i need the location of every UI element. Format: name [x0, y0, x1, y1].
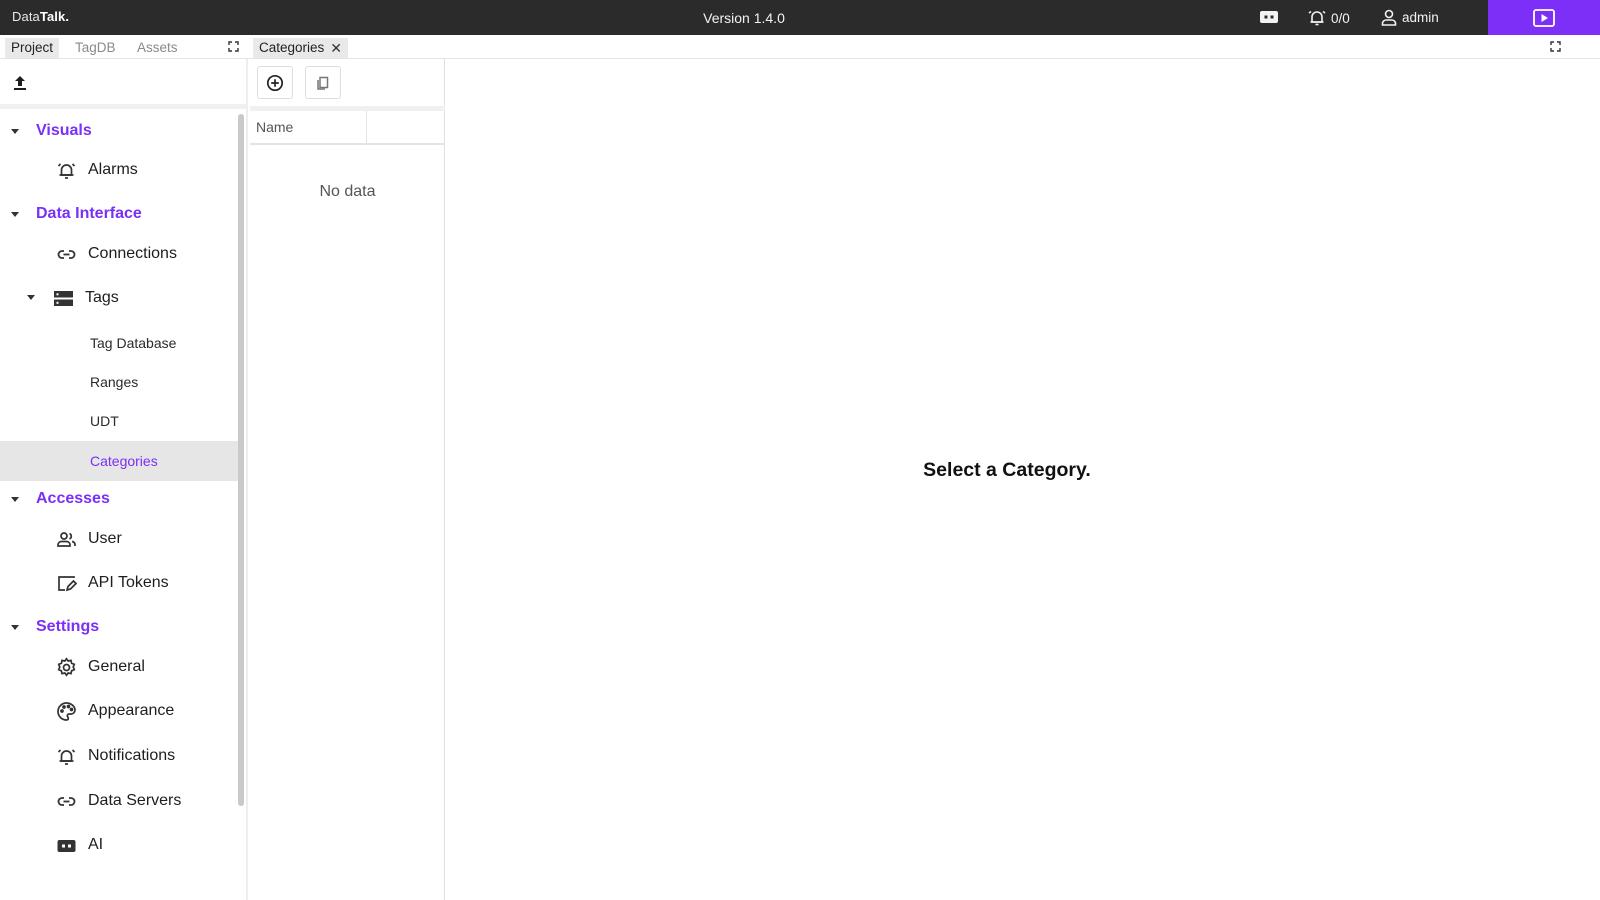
section-data-interface[interactable]: Data Interface — [0, 199, 238, 229]
tree-item-appearance[interactable]: Appearance — [0, 691, 238, 731]
tree-item-label: General — [88, 658, 145, 675]
panel-divider[interactable] — [246, 59, 248, 900]
tree-item-label: UDT — [90, 413, 119, 429]
categories-toolbar — [250, 59, 445, 111]
top-bar: DataTalk. Version 1.4.0 0/0 admin — [0, 0, 1600, 35]
ai-chat-button[interactable] — [1259, 8, 1279, 26]
close-icon[interactable]: ✕ — [330, 38, 342, 58]
add-circle-icon — [266, 74, 284, 91]
expand-icon[interactable] — [228, 41, 239, 52]
tree-item-api-tokens[interactable]: API Tokens — [0, 563, 238, 603]
tree-item-label: AI — [88, 836, 104, 853]
tab-tagdb[interactable]: TagDB — [69, 38, 122, 58]
chevron-down-icon — [11, 128, 19, 134]
expand-icon[interactable] — [1550, 41, 1561, 52]
grid-header: Name — [250, 111, 445, 145]
upload-icon[interactable] — [11, 74, 29, 92]
section-settings[interactable]: Settings — [0, 612, 238, 642]
tree-item-notifications[interactable]: Notifications — [0, 736, 238, 776]
chevron-down-icon — [11, 624, 19, 630]
document-tab-bar: Categories ✕ — [248, 35, 1600, 59]
alarm-counter-button[interactable]: 0/0 — [1307, 8, 1350, 28]
tree-item-alarms[interactable]: Alarms — [0, 150, 238, 190]
project-tree: Visuals Alarms Data Interface Connection… — [0, 114, 244, 900]
tab-assets[interactable]: Assets — [131, 38, 184, 58]
tree-item-label: Tag Database — [90, 335, 177, 351]
notification-bell-icon — [57, 749, 76, 765]
tree-item-label: Notifications — [88, 747, 176, 764]
tree-item-tags[interactable]: Tags — [0, 278, 238, 318]
link-icon — [57, 250, 76, 259]
add-category-button[interactable] — [257, 66, 293, 99]
section-title: Visuals — [36, 122, 92, 139]
tree-item-ranges[interactable]: Ranges — [0, 362, 244, 402]
alarm-count: 0/0 — [1331, 10, 1350, 26]
tree-item-label: User — [88, 530, 122, 547]
tree-item-label: Connections — [88, 245, 177, 262]
section-visuals[interactable]: Visuals — [0, 116, 238, 146]
chevron-down-icon — [11, 496, 19, 502]
run-preview-button[interactable] — [1488, 0, 1600, 35]
ai-chat-icon — [57, 840, 76, 852]
alarm-bell-icon — [1308, 10, 1326, 26]
section-accesses[interactable]: Accesses — [0, 484, 238, 514]
tab-label: Categories — [259, 40, 325, 55]
people-icon — [57, 532, 76, 547]
play-screen-icon — [1533, 8, 1555, 27]
tree-item-label: Ranges — [90, 374, 139, 390]
tree-item-ai[interactable]: AI — [0, 825, 238, 865]
user-icon — [1381, 9, 1397, 26]
gear-icon — [57, 657, 76, 677]
storage-icon — [54, 291, 73, 306]
tree-item-label: Tags — [85, 289, 119, 306]
alarm-bell-icon — [57, 163, 76, 179]
link-icon — [57, 797, 76, 806]
tree-item-label: API Tokens — [88, 574, 169, 591]
tree-item-tag-database[interactable]: Tag Database — [0, 323, 244, 363]
user-name: admin — [1402, 9, 1439, 25]
main-empty-message: Select a Category. — [923, 459, 1091, 481]
project-toolbar — [0, 59, 248, 109]
section-title: Settings — [36, 618, 100, 635]
tree-item-data-servers[interactable]: Data Servers — [0, 781, 238, 821]
tree-item-udt[interactable]: UDT — [0, 401, 244, 441]
tab-categories[interactable]: Categories ✕ — [253, 38, 349, 58]
ai-chat-icon — [1260, 11, 1278, 23]
section-title: Accesses — [36, 490, 110, 507]
categories-list-panel: Name No data — [250, 59, 445, 900]
tab-project[interactable]: Project — [5, 38, 60, 58]
user-menu-button[interactable]: admin — [1380, 8, 1439, 26]
empty-grid-message: No data — [319, 183, 376, 200]
tree-scrollbar[interactable] — [238, 114, 244, 806]
chevron-down-icon — [27, 295, 35, 300]
chevron-down-icon — [11, 211, 19, 217]
tree-item-general[interactable]: General — [0, 647, 238, 687]
copy-icon — [317, 76, 329, 90]
duplicate-category-button[interactable] — [305, 66, 341, 99]
tree-item-label: Appearance — [88, 702, 175, 719]
tree-item-label: Data Servers — [88, 792, 182, 809]
left-panel-tabs: Project TagDB Assets — [0, 35, 248, 59]
tree-item-label: Categories — [90, 453, 158, 469]
token-edit-icon — [58, 576, 77, 592]
tree-item-connections[interactable]: Connections — [0, 234, 238, 274]
section-title: Data Interface — [36, 205, 142, 222]
tree-item-user[interactable]: User — [0, 519, 238, 559]
palette-icon — [57, 702, 76, 721]
tree-item-categories[interactable]: Categories — [0, 441, 244, 481]
tree-item-label: Alarms — [88, 161, 138, 178]
column-header-name[interactable]: Name — [250, 111, 367, 143]
